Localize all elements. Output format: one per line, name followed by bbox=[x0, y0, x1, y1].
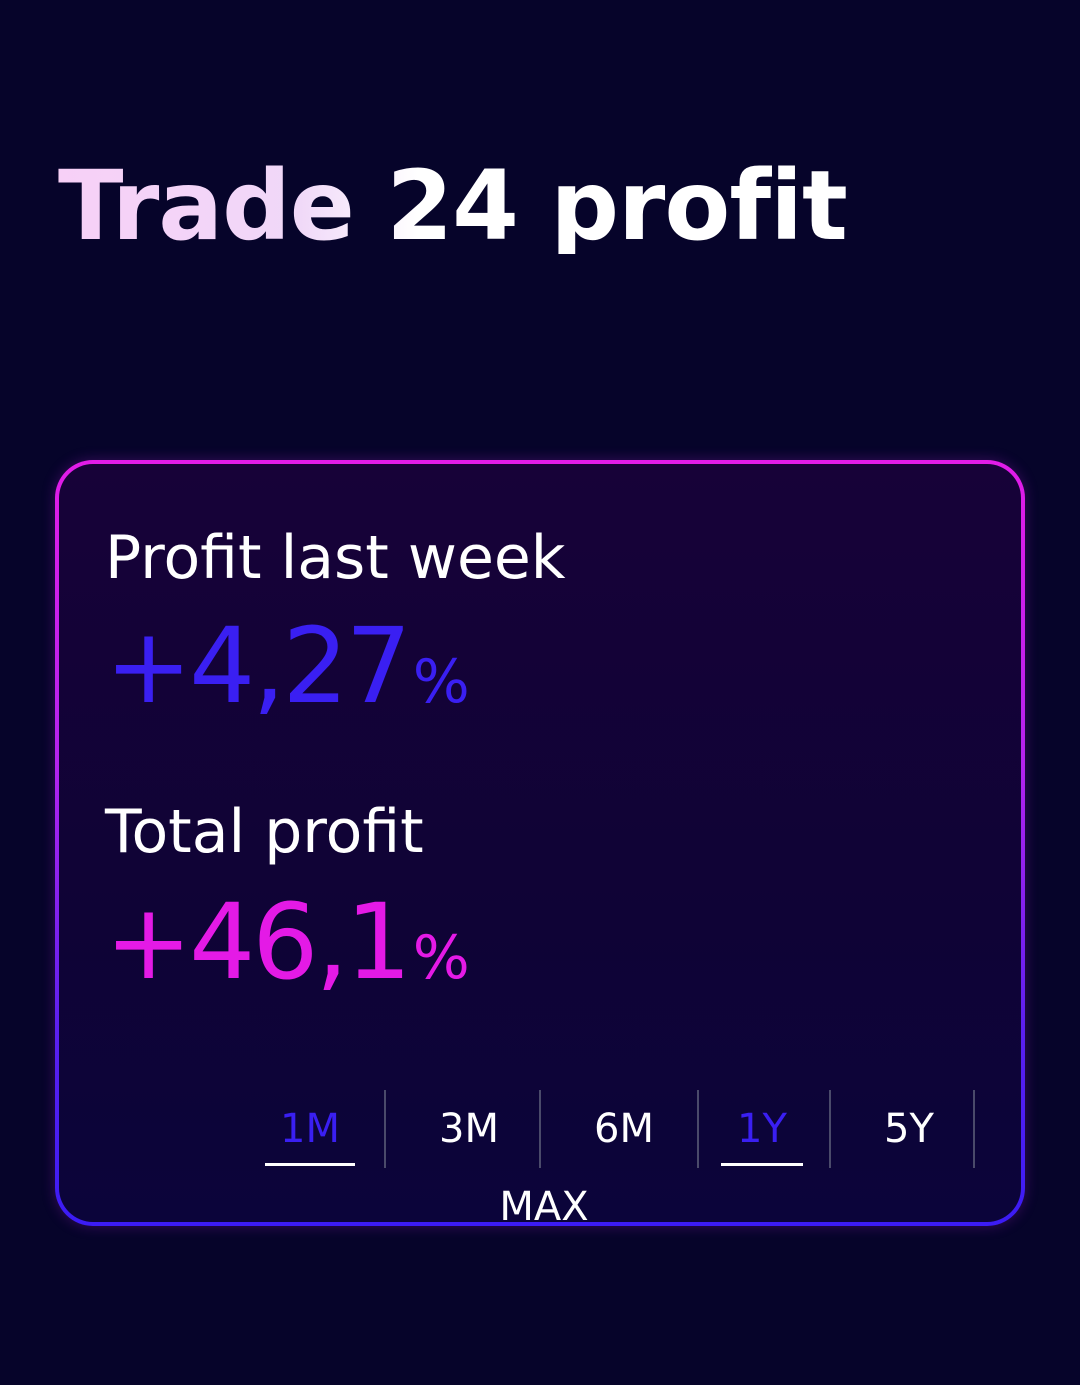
range-tab-1m[interactable]: 1M bbox=[265, 1104, 355, 1166]
range-divider bbox=[539, 1090, 541, 1168]
range-tab-5y[interactable]: 5Y bbox=[859, 1104, 959, 1166]
total-profit-unit: % bbox=[412, 923, 470, 993]
profit-card-body: Profit last week +4,27% Total profit +46… bbox=[59, 464, 1021, 1230]
range-divider bbox=[829, 1090, 831, 1168]
profit-last-week-value: +4,27% bbox=[105, 614, 470, 718]
range-tab-6m[interactable]: 6M bbox=[574, 1104, 674, 1166]
page-title: Trade 24 profit bbox=[58, 150, 848, 262]
range-tab-max[interactable]: MAX bbox=[489, 1184, 599, 1230]
profit-card: Profit last week +4,27% Total profit +46… bbox=[55, 460, 1025, 1230]
range-tab-3m[interactable]: 3M bbox=[419, 1104, 519, 1166]
total-profit-label: Total profit bbox=[105, 797, 424, 867]
range-tab-1y[interactable]: 1Y bbox=[721, 1104, 803, 1166]
profit-last-week-label: Profit last week bbox=[105, 523, 566, 593]
range-divider bbox=[384, 1090, 386, 1168]
profit-last-week-number: +4,27 bbox=[105, 605, 412, 727]
range-divider bbox=[697, 1090, 699, 1168]
total-profit-value: +46,1% bbox=[105, 890, 470, 994]
range-divider bbox=[973, 1090, 975, 1168]
profit-last-week-unit: % bbox=[412, 647, 470, 717]
total-profit-number: +46,1 bbox=[105, 881, 412, 1003]
